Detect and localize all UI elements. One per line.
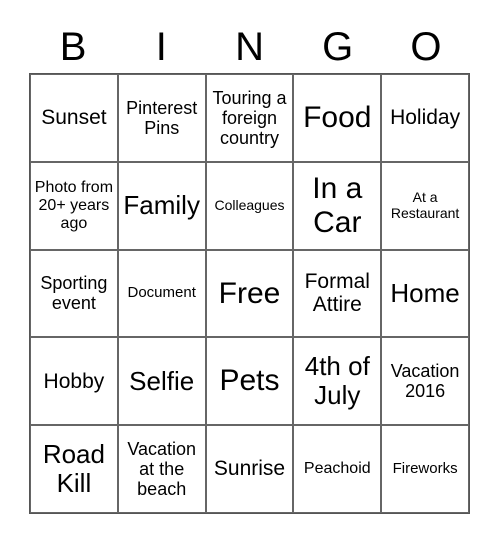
bingo-cell[interactable]: 4th of July (293, 337, 382, 426)
header-letter-o: O (410, 25, 442, 69)
bingo-cell[interactable]: Food (293, 74, 382, 162)
bingo-cell[interactable]: Pets (205, 337, 294, 426)
bingo-cell[interactable]: At a Restaurant (381, 161, 469, 250)
header-letter-b: B (59, 25, 87, 69)
bingo-cell[interactable]: In a Car (293, 161, 382, 250)
bingo-cell[interactable]: Family (117, 161, 206, 250)
bingo-cell[interactable]: Vacation 2016 (381, 337, 469, 426)
bingo-cell[interactable]: Touring a foreign country (205, 74, 294, 162)
bingo-cell[interactable]: Sunrise (205, 425, 294, 513)
bingo-cell[interactable]: Formal Attire (293, 249, 382, 338)
bingo-cell[interactable]: Home (381, 249, 469, 338)
bingo-header: B I N G O (29, 22, 470, 72)
bingo-cell[interactable]: Photo from 20+ years ago (30, 161, 118, 250)
bingo-cell[interactable]: Peachoid (293, 425, 382, 513)
bingo-cell[interactable]: Sporting event (30, 249, 118, 338)
bingo-cell[interactable]: Pinterest Pins (117, 74, 206, 162)
header-letter-n: N (235, 25, 264, 69)
bingo-cell[interactable]: Sunset (30, 74, 118, 162)
bingo-cell[interactable]: Selfie (117, 337, 206, 426)
bingo-cell[interactable]: Road Kill (30, 425, 118, 513)
header-letter-g: G (322, 25, 354, 69)
free-space-cell[interactable]: Free (205, 249, 294, 338)
bingo-grid: Sunset Pinterest Pins Touring a foreign … (29, 73, 470, 514)
bingo-cell[interactable]: Document (117, 249, 206, 338)
bingo-cell[interactable]: Colleagues (205, 161, 294, 250)
bingo-cell[interactable]: Hobby (30, 337, 118, 426)
header-letter-i: I (155, 25, 167, 69)
bingo-cell[interactable]: Holiday (381, 74, 469, 162)
bingo-cell[interactable]: Vacation at the beach (117, 425, 206, 513)
bingo-cell[interactable]: Fireworks (381, 425, 469, 513)
